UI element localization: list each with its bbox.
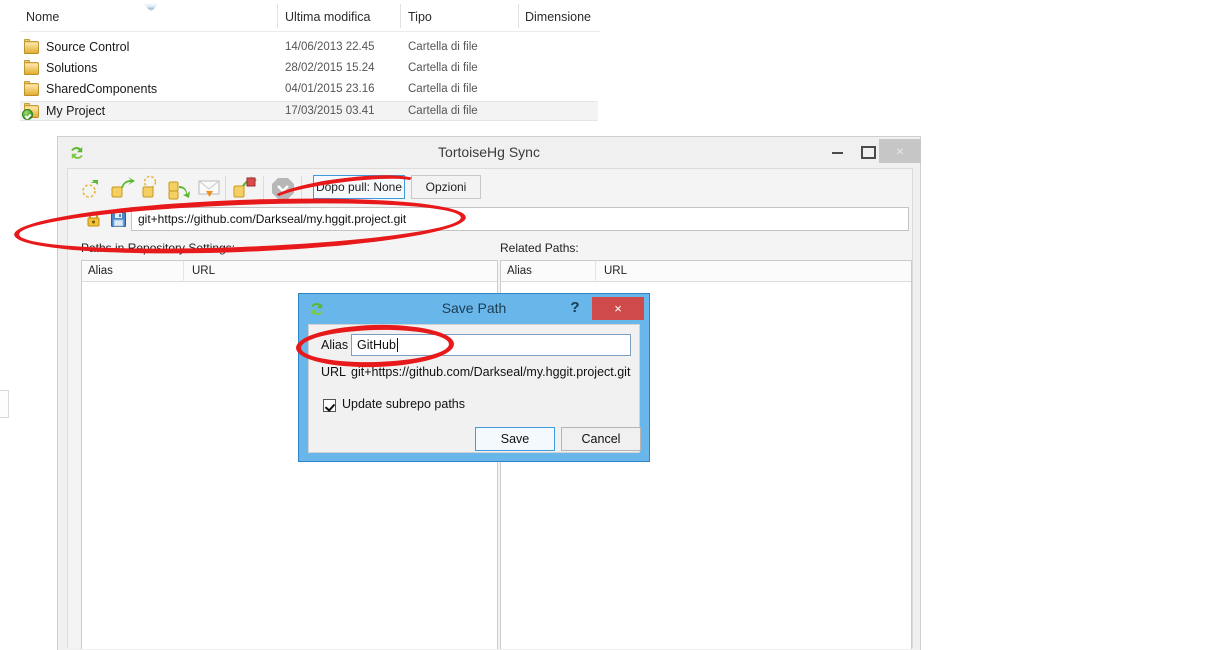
minimize-icon[interactable] (823, 137, 853, 164)
push-bookmark-icon[interactable] (230, 174, 260, 202)
close-icon[interactable]: × (879, 139, 921, 163)
column-divider[interactable] (400, 4, 401, 28)
table-row[interactable]: My Project 17/03/2015 03.41 Cartella di … (20, 101, 598, 121)
push-icon[interactable] (166, 174, 196, 202)
file-name: SharedComponents (46, 82, 158, 96)
folder-icon (24, 39, 39, 54)
incoming-icon[interactable] (79, 174, 109, 202)
toolbar-separator (263, 176, 264, 200)
lock-icon[interactable] (86, 211, 101, 227)
column-header-size[interactable]: Dimensione (525, 10, 591, 24)
stop-icon[interactable] (269, 174, 299, 202)
column-divider[interactable] (595, 261, 596, 282)
folder-icon (24, 60, 39, 75)
column-header-alias[interactable]: Alias (507, 265, 532, 277)
table-header: Alias URL (501, 261, 911, 282)
update-subrepo-paths-checkbox[interactable] (323, 399, 336, 412)
pull-icon[interactable] (108, 174, 138, 202)
column-divider[interactable] (277, 4, 278, 28)
repository-url-row: git+https://github.com/Darkseal/my.hggit… (73, 207, 909, 233)
repository-url-input[interactable]: git+https://github.com/Darkseal/my.hggit… (131, 207, 909, 231)
column-divider[interactable] (183, 261, 184, 282)
file-type: Cartella di file (408, 41, 478, 53)
cancel-button[interactable]: Cancel (561, 427, 641, 451)
file-modified: 17/03/2015 03.41 (285, 105, 375, 117)
file-explorer: Nome Ultima modifica Tipo Dimensione Sou… (0, 0, 620, 122)
sync-toolbar: Dopo pull: None Opzioni (73, 173, 909, 204)
toolbar-separator (301, 176, 302, 200)
toolbar-separator (225, 176, 226, 200)
table-row[interactable]: SharedComponents 04/01/2015 23.16 Cartel… (20, 80, 598, 100)
save-path-dialog: Save Path ? × Alias GitHub URL git+https… (298, 293, 650, 462)
file-name: Source Control (46, 40, 130, 54)
file-type: Cartella di file (408, 62, 478, 74)
alias-value: GitHub (357, 338, 396, 352)
screenshot-root: Nome Ultima modifica Tipo Dimensione Sou… (0, 0, 1217, 650)
column-header-alias[interactable]: Alias (88, 265, 113, 277)
maximize-icon[interactable] (851, 137, 881, 164)
alias-label: Alias (321, 338, 349, 352)
file-type: Cartella di file (408, 105, 478, 117)
column-header-url[interactable]: URL (192, 265, 215, 277)
options-button[interactable]: Opzioni (411, 175, 481, 199)
file-type: Cartella di file (408, 83, 478, 95)
outgoing-icon[interactable] (137, 174, 167, 202)
email-icon[interactable] (195, 174, 225, 202)
folder-icon (24, 81, 39, 96)
close-icon[interactable]: × (592, 297, 644, 320)
window-title: TortoiseHg Sync (438, 144, 540, 160)
text-caret (396, 338, 398, 352)
column-header-url[interactable]: URL (604, 265, 627, 277)
update-subrepo-paths-label: Update subrepo paths (342, 397, 466, 411)
offscreen-panel-fragment (0, 390, 9, 418)
file-modified: 04/01/2015 23.16 (285, 83, 375, 95)
file-name: Solutions (46, 61, 98, 75)
file-name: My Project (46, 104, 106, 118)
alias-input[interactable]: GitHub (351, 334, 631, 356)
help-icon[interactable]: ? (565, 297, 585, 319)
folder-ok-icon (22, 103, 39, 120)
sort-ascending-icon (143, 3, 159, 12)
column-header-type[interactable]: Tipo (408, 10, 432, 24)
save-button[interactable]: Save (475, 427, 555, 451)
post-pull-button[interactable]: Dopo pull: None (313, 175, 405, 199)
floppy-save-icon[interactable] (111, 212, 126, 227)
dialog-titlebar[interactable]: Save Path ? × (299, 294, 649, 324)
url-label: URL (321, 365, 347, 379)
related-paths-label: Related Paths: (500, 241, 579, 255)
sync-window-titlebar[interactable]: TortoiseHg Sync × (58, 137, 921, 168)
column-divider[interactable] (518, 4, 519, 28)
explorer-column-header-bar: Nome Ultima modifica Tipo Dimensione (0, 0, 620, 30)
status-ok-badge-icon (22, 109, 33, 120)
paths-in-repository-settings-label: Paths in Repository Settings: (81, 241, 236, 255)
table-header: Alias URL (82, 261, 497, 282)
table-row[interactable]: Source Control 14/06/2013 22.45 Cartella… (20, 38, 598, 58)
dialog-body: Alias GitHub URL git+https://github.com/… (308, 324, 641, 453)
table-row[interactable]: Solutions 28/02/2015 15.24 Cartella di f… (20, 59, 598, 79)
column-header-modified[interactable]: Ultima modifica (285, 10, 370, 24)
file-modified: 14/06/2013 22.45 (285, 41, 375, 53)
repository-url-value: git+https://github.com/Darkseal/my.hggit… (138, 212, 407, 226)
file-modified: 28/02/2015 15.24 (285, 62, 375, 74)
header-rule (20, 31, 600, 32)
url-value: git+https://github.com/Darkseal/my.hggit… (351, 365, 631, 379)
column-header-name[interactable]: Nome (26, 10, 59, 24)
